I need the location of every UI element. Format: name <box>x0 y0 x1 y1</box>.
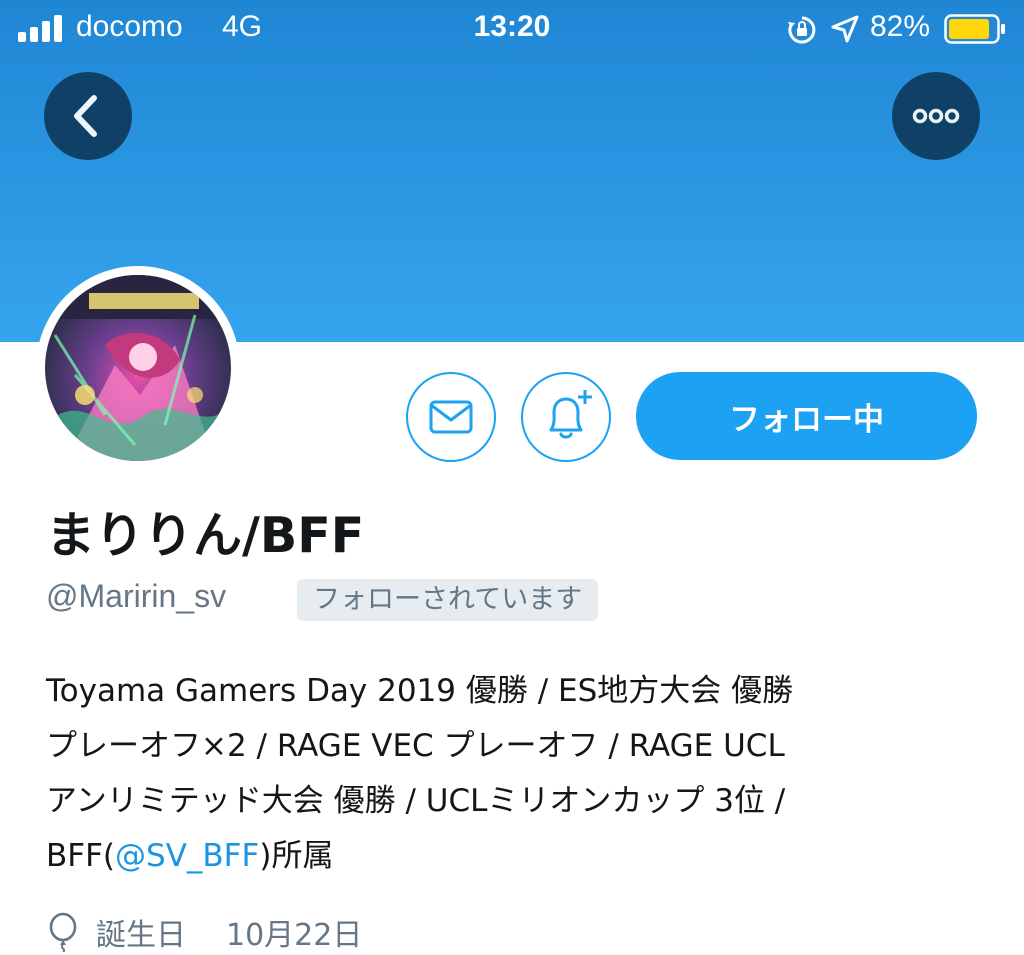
back-button[interactable] <box>44 72 132 160</box>
notification-button[interactable] <box>521 372 611 462</box>
bio-text: )所属 <box>259 838 334 874</box>
bio-line-last: BFF(@SV_BFF)所属 <box>46 829 1006 884</box>
follows-you-badge: フォローされています <box>297 579 599 621</box>
profile-avatar[interactable] <box>36 266 240 470</box>
envelope-icon <box>429 400 473 434</box>
bio-mention-link[interactable]: @SV_BFF <box>115 838 259 874</box>
bio-text: BFF( <box>46 838 116 874</box>
more-options-button[interactable] <box>892 72 980 160</box>
avatar-image <box>45 275 231 461</box>
following-button[interactable]: フォロー中 <box>636 372 977 460</box>
bio-line: Toyama Gamers Day 2019 優勝 / ES地方大会 優勝 <box>46 673 794 709</box>
birthday-value: 10月22日 <box>226 918 363 953</box>
profile-bio: Toyama Gamers Day 2019 優勝 / ES地方大会 優勝 プレ… <box>46 664 1006 884</box>
chevron-left-icon <box>74 95 97 137</box>
battery-percent: 82% <box>870 10 931 43</box>
birthday-label: 誕生日 <box>96 918 186 953</box>
balloon-icon <box>49 912 77 952</box>
ellipsis-icon <box>912 108 960 124</box>
status-bar: docomo 4G 13:20 82% <box>0 0 1024 60</box>
location-arrow-icon <box>831 15 859 43</box>
bio-line: アンリミテッド大会 優勝 / UCLミリオンカップ 3位 / <box>46 783 786 819</box>
bio-line: プレーオフ×2 / RAGE VEC プレーオフ / RAGE UCL <box>46 728 785 764</box>
battery-icon <box>944 14 1005 44</box>
display-name: まりりん/BFF <box>46 507 365 564</box>
user-handle: @Maririn_sv <box>46 578 227 614</box>
orientation-lock-icon <box>788 16 816 44</box>
bell-plus-icon <box>549 390 592 439</box>
message-button[interactable] <box>406 372 496 462</box>
